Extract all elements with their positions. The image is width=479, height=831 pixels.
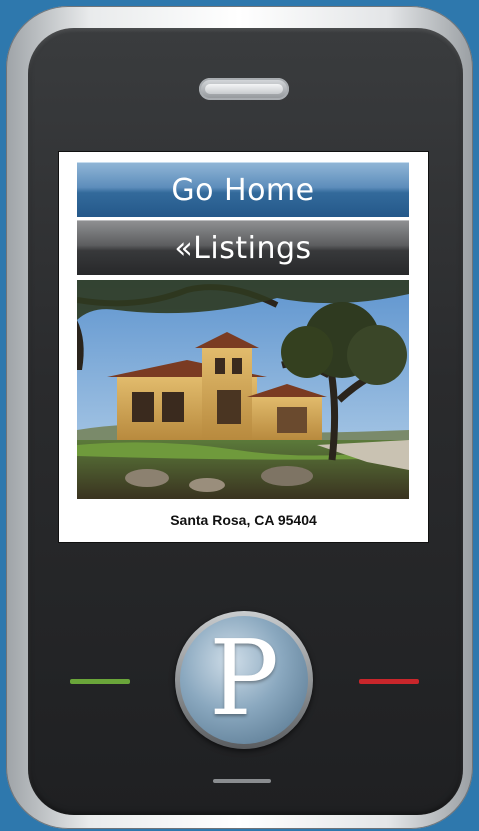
listing-photo[interactable] bbox=[77, 280, 409, 499]
go-home-button[interactable]: Go Home bbox=[77, 162, 409, 217]
speaker-grille bbox=[199, 78, 289, 100]
phone-screen: Go Home «Listings Santa Rosa, CA 95404 bbox=[59, 152, 428, 542]
brand-logo-letter: P bbox=[209, 617, 279, 739]
call-key[interactable] bbox=[70, 679, 130, 684]
back-to-listings-button[interactable]: «Listings bbox=[77, 220, 409, 275]
end-call-key[interactable] bbox=[359, 679, 419, 684]
bottom-slot bbox=[213, 779, 271, 783]
home-key-button[interactable]: P bbox=[175, 611, 313, 749]
listing-location: Santa Rosa, CA 95404 bbox=[170, 512, 317, 528]
home-key-face: P bbox=[180, 616, 308, 744]
house-photo-icon bbox=[77, 280, 409, 499]
